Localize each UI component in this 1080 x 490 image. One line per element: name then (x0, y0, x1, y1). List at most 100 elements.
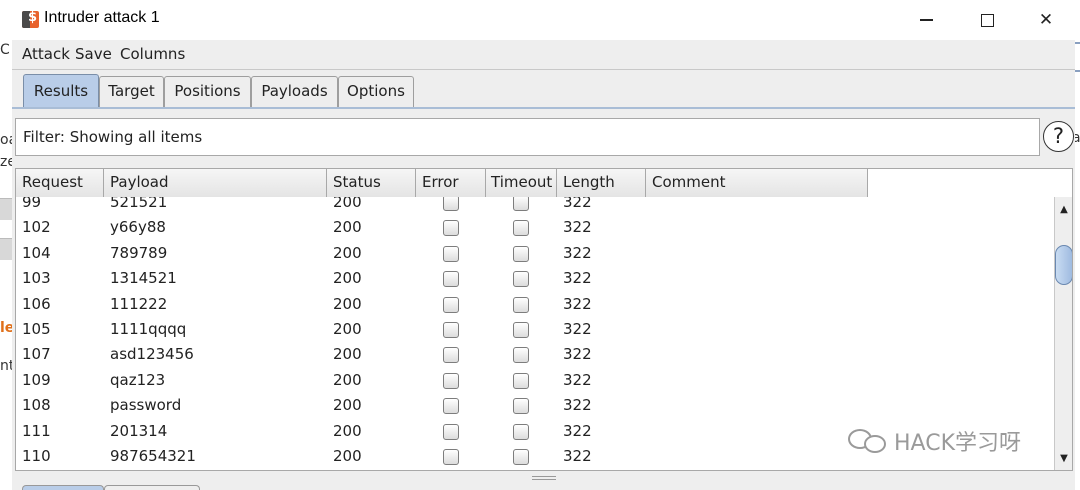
cell-payload: 111222 (110, 294, 168, 313)
timeout-checkbox (513, 197, 529, 211)
cell-payload: 789789 (110, 243, 168, 262)
cell-request: 106 (22, 294, 51, 313)
cell-payload: qaz123 (110, 370, 166, 389)
column-header-error[interactable]: Error (416, 169, 486, 197)
cell-request: 103 (22, 269, 51, 288)
table-header: Request Payload Status Error Timeout Len… (16, 169, 868, 197)
bottom-tab-request[interactable] (22, 485, 104, 490)
table-row[interactable]: 109 qaz123 200 322 (16, 368, 868, 393)
timeout-checkbox (513, 321, 529, 338)
timeout-checkbox (513, 245, 529, 262)
title-bar[interactable]: Intruder attack 1 ✕ (12, 0, 1075, 40)
table-row[interactable]: 103 1314521 200 322 (16, 266, 868, 291)
cell-payload: y66y88 (110, 218, 166, 237)
minimize-button[interactable] (897, 0, 955, 40)
close-button[interactable]: ✕ (1017, 0, 1075, 40)
cell-length: 322 (563, 218, 592, 237)
vertical-scrollbar[interactable]: ▲ ▼ (1054, 197, 1072, 470)
cell-status: 200 (333, 197, 362, 211)
minimize-icon (919, 19, 933, 21)
cell-payload: 1111qqqq (110, 319, 187, 338)
cell-status: 200 (333, 446, 362, 465)
timeout-checkbox (513, 372, 529, 389)
cell-request: 111 (22, 421, 51, 440)
cell-status: 200 (333, 243, 362, 262)
cell-payload: password (110, 396, 182, 415)
menu-bar: Attack Save Columns (12, 40, 1075, 70)
table-row[interactable]: 107 asd123456 200 322 (16, 342, 868, 367)
cell-request: 107 (22, 345, 51, 364)
filter-label: Filter: Showing all items (23, 128, 203, 146)
cell-status: 200 (333, 345, 362, 364)
column-header-request[interactable]: Request (16, 169, 104, 197)
scroll-down-arrow-icon[interactable]: ▼ (1055, 450, 1072, 468)
column-header-comment[interactable]: Comment (646, 169, 868, 197)
cell-length: 322 (563, 396, 592, 415)
error-checkbox (443, 372, 459, 389)
cell-payload: 521521 (110, 197, 168, 211)
tab-payloads[interactable]: Payloads (251, 76, 338, 107)
cell-status: 200 (333, 218, 362, 237)
maximize-button[interactable] (958, 0, 1016, 40)
scrollbar-thumb[interactable] (1055, 245, 1072, 285)
maximize-icon (980, 13, 994, 27)
timeout-checkbox (513, 448, 529, 465)
cell-length: 322 (563, 421, 592, 440)
table-row[interactable]: 102 y66y88 200 322 (16, 215, 868, 240)
error-checkbox (443, 197, 459, 211)
error-checkbox (443, 220, 459, 237)
cell-length: 322 (563, 294, 592, 313)
column-header-length[interactable]: Length (557, 169, 646, 197)
error-checkbox (443, 296, 459, 313)
watermark: HACK学习呀 (848, 424, 1021, 458)
timeout-checkbox (513, 220, 529, 237)
column-header-payload[interactable]: Payload (104, 169, 327, 197)
tab-results[interactable]: Results (23, 74, 99, 108)
cell-request: 102 (22, 218, 51, 237)
cell-length: 322 (563, 319, 592, 338)
error-checkbox (443, 347, 459, 364)
cell-request: 105 (22, 319, 51, 338)
cell-length: 322 (563, 370, 592, 389)
bottom-tab-response[interactable] (104, 485, 200, 490)
menu-columns[interactable]: Columns (120, 45, 185, 63)
cell-status: 200 (333, 319, 362, 338)
table-row[interactable]: 105 1111qqqq 200 322 (16, 317, 868, 342)
burp-app-icon (22, 10, 39, 28)
table-row[interactable]: 110 987654321 200 322 (16, 444, 868, 469)
help-icon[interactable]: ? (1043, 121, 1074, 152)
column-header-status[interactable]: Status (327, 169, 416, 197)
bottom-tab-strip (22, 483, 202, 490)
tab-target[interactable]: Target (99, 76, 164, 107)
scroll-up-arrow-icon[interactable]: ▲ (1055, 201, 1072, 219)
table-row[interactable]: 108 password 200 322 (16, 393, 868, 418)
cell-payload: 201314 (110, 421, 168, 440)
cell-request: 99 (22, 197, 42, 211)
table-row[interactable]: 104 789789 200 322 (16, 241, 868, 266)
timeout-checkbox (513, 271, 529, 288)
table-row[interactable]: 106 111222 200 322 (16, 292, 868, 317)
cell-payload: 1314521 (110, 269, 177, 288)
wechat-icon (848, 427, 888, 455)
cell-status: 200 (333, 269, 362, 288)
tab-positions[interactable]: Positions (164, 76, 251, 107)
close-icon: ✕ (1038, 10, 1054, 30)
filter-bar[interactable]: Filter: Showing all items (15, 118, 1040, 156)
menu-save[interactable]: Save (75, 45, 112, 63)
tab-options[interactable]: Options (338, 76, 414, 107)
table-row[interactable]: 111 201314 200 322 (16, 419, 868, 444)
timeout-checkbox (513, 423, 529, 440)
cell-request: 109 (22, 370, 51, 389)
cell-payload: 987654321 (110, 446, 196, 465)
split-pane-handle[interactable] (532, 476, 556, 480)
menu-attack[interactable]: Attack (22, 45, 70, 63)
timeout-checkbox (513, 347, 529, 364)
error-checkbox (443, 398, 459, 415)
error-checkbox (443, 271, 459, 288)
table-rows: 99 521521 200 322 102 y66y88 200 322 104 789789 20… (16, 197, 868, 469)
table-body: 99 521521 200 322 102 y66y88 200 322 104 789789 20… (16, 197, 868, 470)
column-header-timeout[interactable]: Timeout (486, 169, 557, 197)
timeout-checkbox (513, 296, 529, 313)
cell-status: 200 (333, 421, 362, 440)
table-row[interactable]: 99 521521 200 322 (16, 197, 868, 215)
